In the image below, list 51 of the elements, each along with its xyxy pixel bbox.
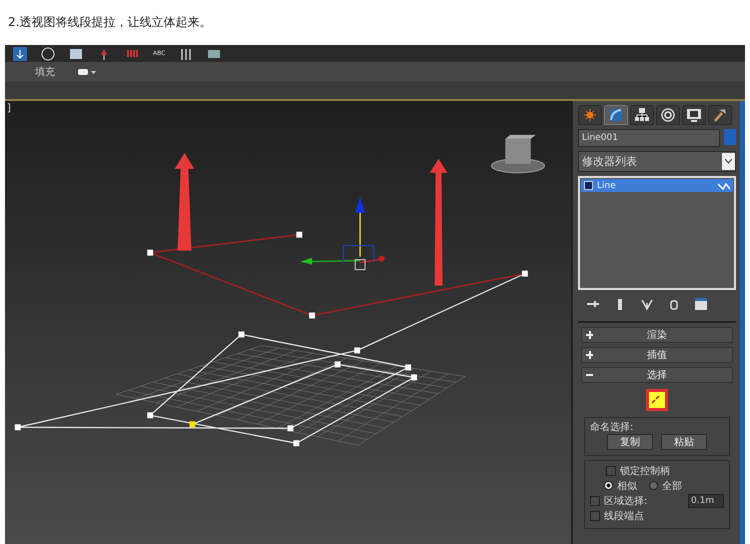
rollout-header[interactable]: 选择 <box>581 367 733 383</box>
circle-icon[interactable] <box>41 46 55 60</box>
checkbox[interactable] <box>606 466 616 476</box>
curve-icon <box>608 107 624 123</box>
sun-icon <box>582 107 598 123</box>
object-name-field[interactable]: Line001 <box>578 129 720 147</box>
plus-icon <box>586 351 594 359</box>
plus-icon <box>586 331 594 339</box>
chevron-icon <box>725 159 732 164</box>
transform-gizmo[interactable] <box>300 196 385 270</box>
bars-icon[interactable] <box>179 46 194 60</box>
panel-tab[interactable] <box>656 105 680 125</box>
modifier-stack[interactable]: Line <box>578 176 736 290</box>
modifier-list-dropdown[interactable]: 修改器列表 <box>578 151 736 172</box>
rollout-header[interactable]: 渲染 <box>581 327 733 343</box>
checkbox-label: 锁定控制柄 <box>620 464 670 478</box>
checkbox-label: 线段端点 <box>604 510 644 522</box>
minus-icon <box>586 371 594 379</box>
radio-label: 全部 <box>662 480 682 492</box>
rollout-header[interactable]: 插值 <box>581 347 733 363</box>
radio-label: 相似 <box>617 480 637 492</box>
select-icon[interactable] <box>13 46 27 60</box>
panel-button[interactable]: 复制 <box>607 434 653 450</box>
stack-item[interactable]: Line <box>581 179 733 192</box>
threshold-field[interactable]: 0.1m <box>688 494 724 508</box>
checkbox[interactable] <box>590 510 600 520</box>
radio-button[interactable] <box>604 481 613 490</box>
window-icon[interactable] <box>69 46 83 60</box>
spline-icon <box>718 182 730 190</box>
panel-tab[interactable] <box>630 105 654 125</box>
configure-icon[interactable] <box>694 297 708 311</box>
monitor-icon <box>686 107 702 123</box>
group-title: 命名选择: <box>590 420 634 434</box>
target-icon <box>660 107 676 123</box>
segment-level-button[interactable] <box>646 389 668 411</box>
ribbon-tab[interactable]: 填充 <box>35 64 55 78</box>
radio-button[interactable] <box>649 481 658 490</box>
checkbox-label: 区域选择: <box>604 494 648 508</box>
panel-tab[interactable] <box>682 105 706 125</box>
dropdown-icon[interactable] <box>77 66 97 76</box>
selected-vertex[interactable] <box>189 421 196 428</box>
hammer-icon <box>712 107 728 123</box>
panel-tab[interactable] <box>708 105 732 125</box>
perspective-viewport[interactable]: ] <box>5 101 571 544</box>
viewport-label[interactable]: ] <box>7 103 11 114</box>
object-color-swatch[interactable] <box>724 129 736 145</box>
tutorial-step-text: 2.透视图将线段提拉，让线立体起来。 <box>8 14 212 31</box>
view-cube[interactable] <box>491 134 545 174</box>
checkbox[interactable] <box>590 496 600 506</box>
hierarchy-icon <box>634 107 650 123</box>
panel-button[interactable]: 粘贴 <box>661 434 707 450</box>
